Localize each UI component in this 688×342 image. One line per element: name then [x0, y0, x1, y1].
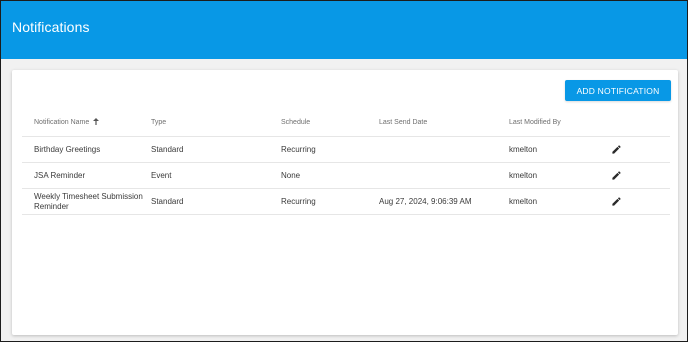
- notification-modified-by: kmelton: [509, 196, 538, 206]
- notification-schedule: Recurring: [281, 144, 316, 154]
- table-row: Weekly Timesheet Submission Reminder Sta…: [22, 189, 670, 215]
- notifications-table: Notification Name Type Schedule Last Sen…: [22, 110, 670, 215]
- pencil-icon[interactable]: [609, 195, 623, 209]
- page-title: Notifications: [12, 19, 90, 35]
- notification-modified-by: kmelton: [509, 170, 538, 180]
- page-header: Notifications: [1, 1, 687, 59]
- column-header-last-send-date: Last Send Date: [379, 119, 428, 126]
- arrow-up-icon: [93, 117, 100, 129]
- app-window: Notifications ADD NOTIFICATION Notificat…: [0, 0, 688, 342]
- notification-schedule: Recurring: [281, 196, 316, 206]
- notification-schedule: None: [281, 170, 301, 180]
- column-header-last-modified-by: Last Modified By: [509, 119, 561, 126]
- column-header-type: Type: [151, 119, 167, 126]
- notification-last-send-date: [379, 137, 499, 162]
- notification-last-send-date: Aug 27, 2024, 9:06:39 AM: [379, 196, 472, 206]
- notification-type: Standard: [151, 144, 184, 154]
- pencil-icon[interactable]: [609, 169, 623, 183]
- notification-last-send-date: [379, 163, 499, 188]
- notification-name: Birthday Greetings: [34, 144, 101, 154]
- column-header-label: Notification Name: [34, 119, 90, 126]
- pencil-icon[interactable]: [609, 143, 623, 157]
- add-notification-button[interactable]: ADD NOTIFICATION: [565, 80, 671, 101]
- table-header-row: Notification Name Type Schedule Last Sen…: [22, 110, 670, 137]
- notifications-card: ADD NOTIFICATION Notification Name Type …: [12, 70, 678, 335]
- notification-type: Standard: [151, 196, 184, 206]
- column-header-name[interactable]: Notification Name: [34, 110, 154, 136]
- table-row: JSA Reminder Event None kmelton: [22, 163, 670, 189]
- notification-name: Weekly Timesheet Submission Reminder: [34, 191, 143, 211]
- notification-modified-by: kmelton: [509, 144, 538, 154]
- notification-type: Event: [151, 170, 172, 180]
- notification-name: JSA Reminder: [34, 170, 86, 180]
- table-row: Birthday Greetings Standard Recurring km…: [22, 137, 670, 163]
- column-header-schedule: Schedule: [281, 119, 311, 126]
